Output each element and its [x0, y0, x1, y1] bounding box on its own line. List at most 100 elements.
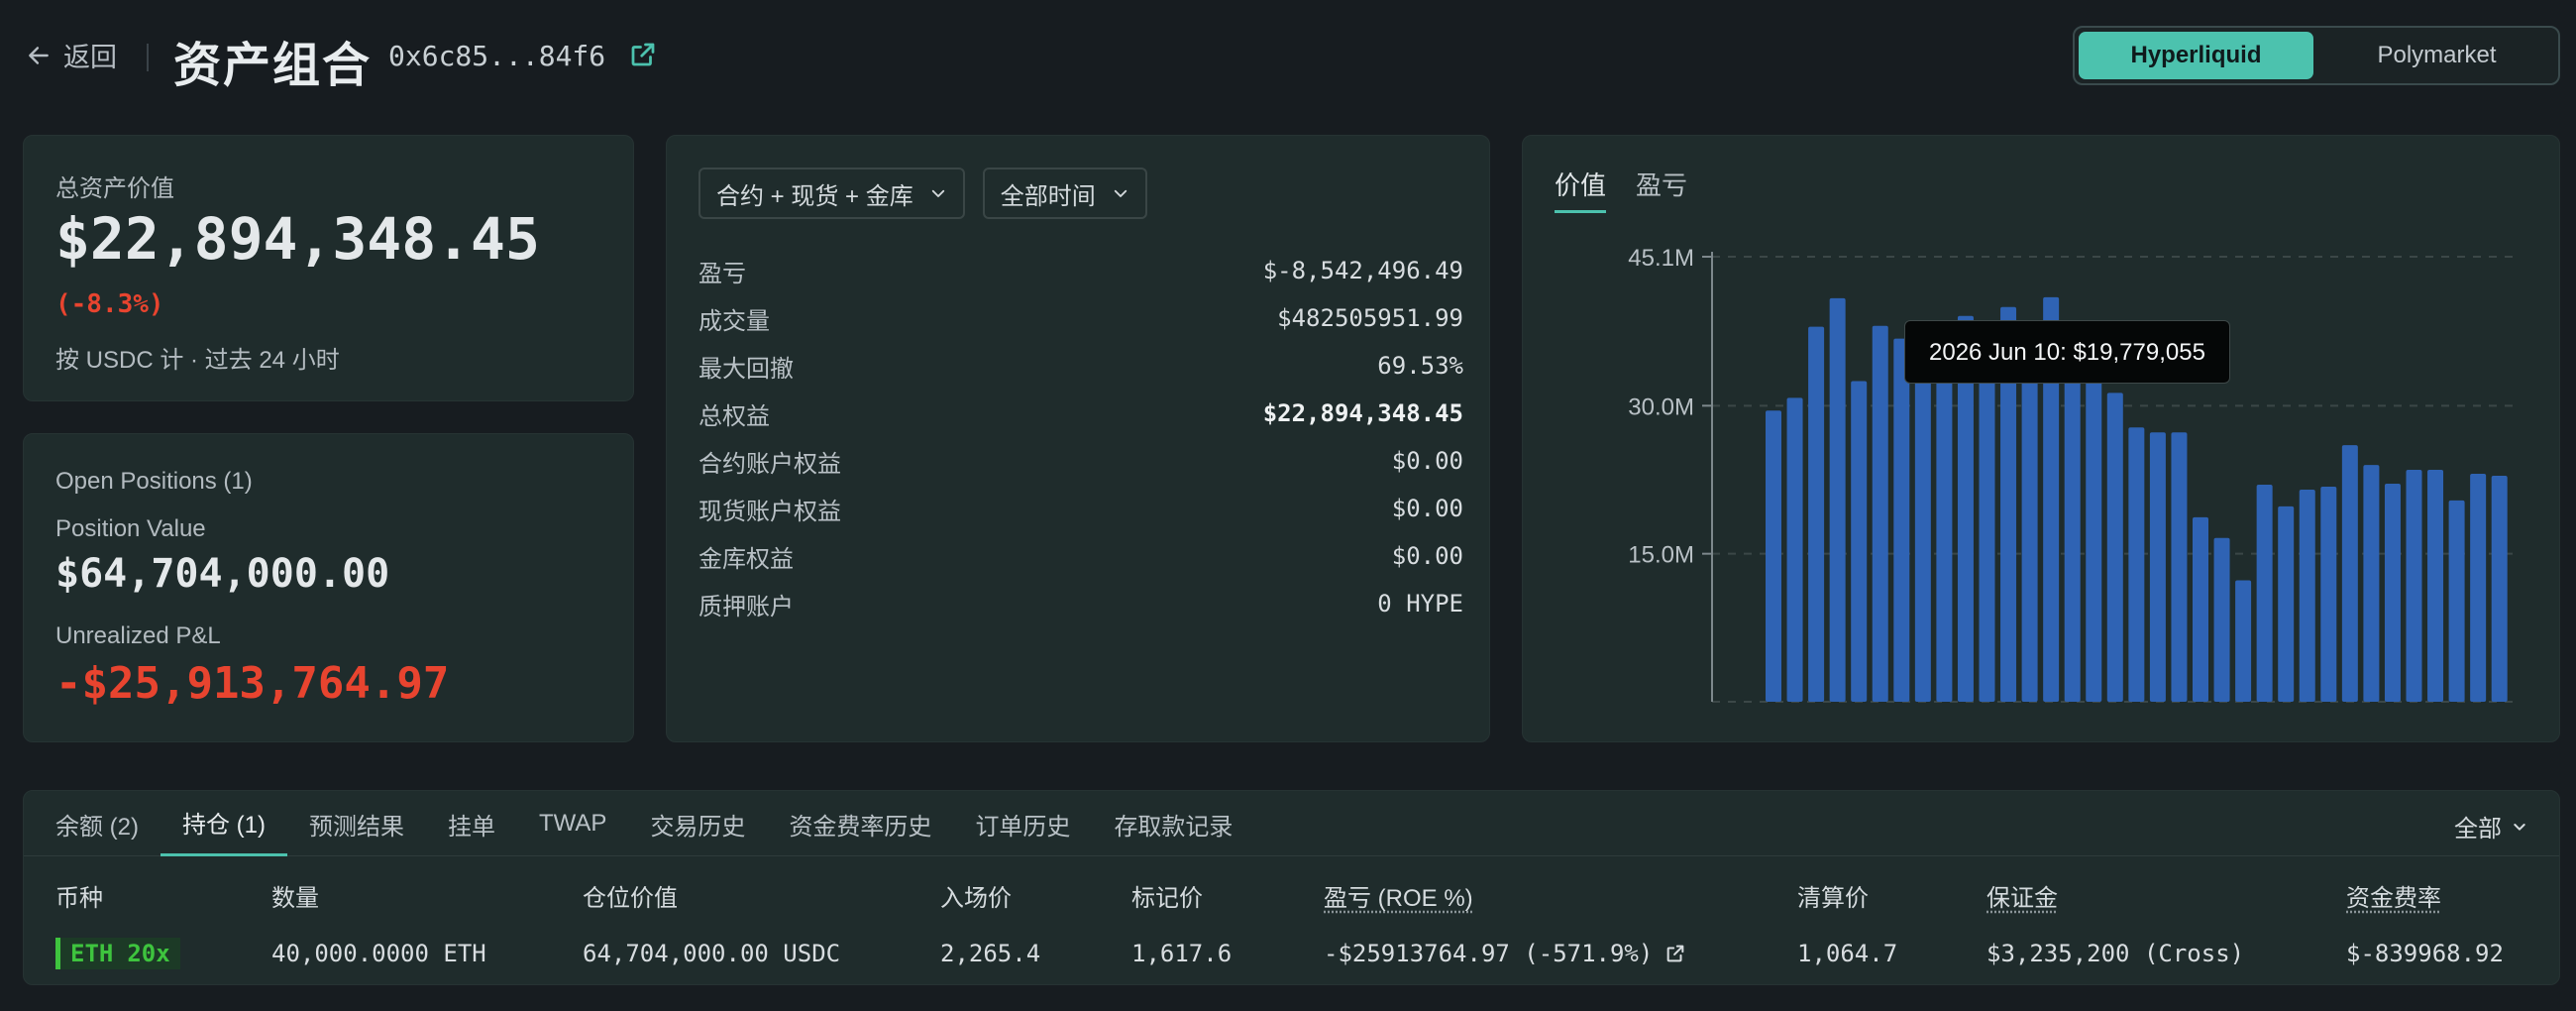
- y-tick-label: 45.1M: [1628, 245, 1694, 272]
- bar: [2213, 537, 2230, 702]
- chart-tooltip: 2026 Jun 10: $19,779,055: [1904, 320, 2230, 384]
- bar: [2128, 427, 2145, 702]
- total-asset-label: 总资产价值: [55, 175, 174, 202]
- stat-value: $0.00: [1391, 447, 1463, 475]
- bar: [2299, 489, 2315, 702]
- header: 返回 资产组合 0x6c85...84f6 Hyperliquid Polyma…: [0, 0, 2576, 114]
- col-header-mark-price[interactable]: 标记价: [1131, 878, 1203, 913]
- bar: [1766, 410, 1781, 702]
- back-button[interactable]: 返回: [26, 36, 117, 74]
- coin-filter-dropdown[interactable]: 全部: [2454, 809, 2527, 843]
- col-header-entry-price[interactable]: 入场价: [940, 878, 1012, 913]
- chart-card: 45.1M 30.0M 15.0M 价值 盈亏 2026 Jun 10: $19,7…: [1522, 135, 2560, 742]
- stat-label: 成交量: [698, 307, 770, 335]
- pnl-value: -$25913764.97 (-571.9%): [1324, 940, 1654, 967]
- stat-row-spot-equity: 现货账户权益 $0.00: [698, 485, 1463, 532]
- open-positions-title: Open Positions (1): [55, 468, 253, 495]
- position-value-label: Position Value: [55, 515, 206, 542]
- col-header-margin[interactable]: 保证金: [1986, 878, 2058, 913]
- time-filter-label: 全部时间: [1000, 182, 1096, 210]
- col-header-funding[interactable]: 资金费率: [2346, 878, 2441, 913]
- bar: [2427, 470, 2444, 702]
- stat-value: 69.53%: [1377, 352, 1463, 380]
- stat-row-pnl: 盈亏 $-8,542,496.49: [698, 247, 1463, 294]
- total-asset-card: 总资产价值 $22,894,348.45 (-8.3%) 按 USDC 计 · …: [23, 135, 634, 401]
- stat-label: 金库权益: [698, 545, 794, 573]
- stat-row-staking: 质押账户 0 HYPE: [698, 580, 1463, 627]
- cell-position-value: 64,704,000.00 USDC: [583, 940, 841, 967]
- header-divider: [147, 44, 149, 71]
- tab-pnl[interactable]: 盈亏: [1636, 166, 1687, 213]
- arrow-left-icon: [29, 46, 49, 64]
- platform-switch: Hyperliquid Polymarket: [2073, 26, 2560, 85]
- bar: [2363, 465, 2380, 702]
- bar: [2341, 445, 2358, 702]
- tab-positions[interactable]: 持仓 (1): [161, 791, 287, 856]
- bar: [2278, 506, 2295, 702]
- tab-value[interactable]: 价值: [1555, 166, 1607, 213]
- stat-row-vault-equity: 金库权益 $0.00: [698, 532, 1463, 580]
- cell-size: 40,000.0000 ETH: [271, 940, 486, 967]
- y-tick-label: 15.0M: [1628, 542, 1694, 569]
- tab-order-history[interactable]: 订单历史: [953, 791, 1092, 856]
- unrealized-pnl-label: Unrealized P&L: [55, 622, 221, 649]
- stat-value: $0.00: [1391, 495, 1463, 522]
- bar: [2171, 432, 2188, 702]
- y-tick-label: 30.0M: [1628, 393, 1694, 420]
- bar: [2448, 500, 2465, 702]
- bar: [1829, 297, 1846, 702]
- external-link-icon[interactable]: [628, 40, 658, 69]
- leverage-label: 20x: [127, 940, 170, 967]
- col-header-coin[interactable]: 币种: [55, 878, 103, 913]
- bar: [2406, 470, 2422, 702]
- chevron-down-icon: [1114, 189, 1127, 197]
- stat-label: 最大回撤: [698, 355, 794, 383]
- tab-prediction-results[interactable]: 预测结果: [287, 791, 426, 856]
- wallet-address: 0x6c85...84f6: [388, 40, 606, 72]
- stat-label: 总权益: [698, 402, 770, 430]
- bar: [2193, 516, 2208, 702]
- bar: [2320, 486, 2337, 702]
- share-icon[interactable]: [1664, 943, 1686, 964]
- account-filter-dropdown[interactable]: 合约 + 现货 + 金库: [698, 168, 965, 219]
- tab-balances[interactable]: 余额 (2): [34, 791, 161, 856]
- account-filter-label: 合约 + 现货 + 金库: [716, 182, 913, 210]
- coin-badge[interactable]: ETH 20x: [55, 938, 180, 969]
- bar: [2021, 336, 2038, 702]
- stats-card: 合约 + 现货 + 金库 全部时间 盈亏 $-8,542,496.49 成交量 …: [666, 135, 1490, 742]
- col-header-liq-price[interactable]: 清算价: [1797, 878, 1869, 913]
- chevron-down-icon: [931, 189, 944, 197]
- back-label: 返回: [63, 43, 117, 72]
- stat-row-max-drawdown: 最大回撤 69.53%: [698, 342, 1463, 390]
- stat-value: $482505951.99: [1277, 304, 1463, 332]
- tab-deposits-withdrawals[interactable]: 存取款记录: [1092, 791, 1254, 856]
- unrealized-pnl-value: -$25,913,764.97: [55, 658, 450, 709]
- open-positions-card: Open Positions (1) Position Value $64,70…: [23, 433, 634, 742]
- stat-row-total-equity: 总权益 $22,894,348.45: [698, 390, 1463, 437]
- bar: [1808, 326, 1825, 702]
- position-value: $64,704,000.00: [55, 551, 390, 597]
- coin-filter-label: 全部: [2454, 816, 2502, 842]
- bar: [2235, 580, 2252, 702]
- stat-row-perp-equity: 合约账户权益 $0.00: [698, 437, 1463, 485]
- col-header-size[interactable]: 数量: [271, 878, 319, 913]
- polymarket-tab[interactable]: Polymarket: [2319, 32, 2554, 79]
- total-asset-value: $22,894,348.45: [55, 205, 540, 273]
- positions-panel: 余额 (2) 持仓 (1) 预测结果 挂单 TWAP 交易历史 资金费率历史 订…: [23, 790, 2560, 985]
- bar: [1786, 397, 1803, 702]
- bar: [2384, 483, 2401, 702]
- time-filter-dropdown[interactable]: 全部时间: [982, 168, 1147, 219]
- page-title: 资产组合: [173, 40, 373, 92]
- col-header-pnl[interactable]: 盈亏 (ROE %): [1324, 878, 1473, 913]
- cell-funding: $-839968.92: [2346, 940, 2504, 967]
- tab-twap[interactable]: TWAP: [517, 791, 628, 856]
- bar: [1872, 325, 1888, 702]
- cell-pnl: -$25913764.97 (-571.9%): [1324, 940, 1686, 967]
- hyperliquid-tab[interactable]: Hyperliquid: [2079, 32, 2313, 79]
- cell-entry-price: 2,265.4: [940, 940, 1041, 967]
- value-bar-chart: 45.1M 30.0M 15.0M: [1628, 245, 2514, 703]
- tab-trade-history[interactable]: 交易历史: [628, 791, 767, 856]
- tab-open-orders[interactable]: 挂单: [426, 791, 517, 856]
- tab-funding-history[interactable]: 资金费率历史: [767, 791, 953, 856]
- col-header-position-value[interactable]: 仓位价值: [583, 878, 678, 913]
